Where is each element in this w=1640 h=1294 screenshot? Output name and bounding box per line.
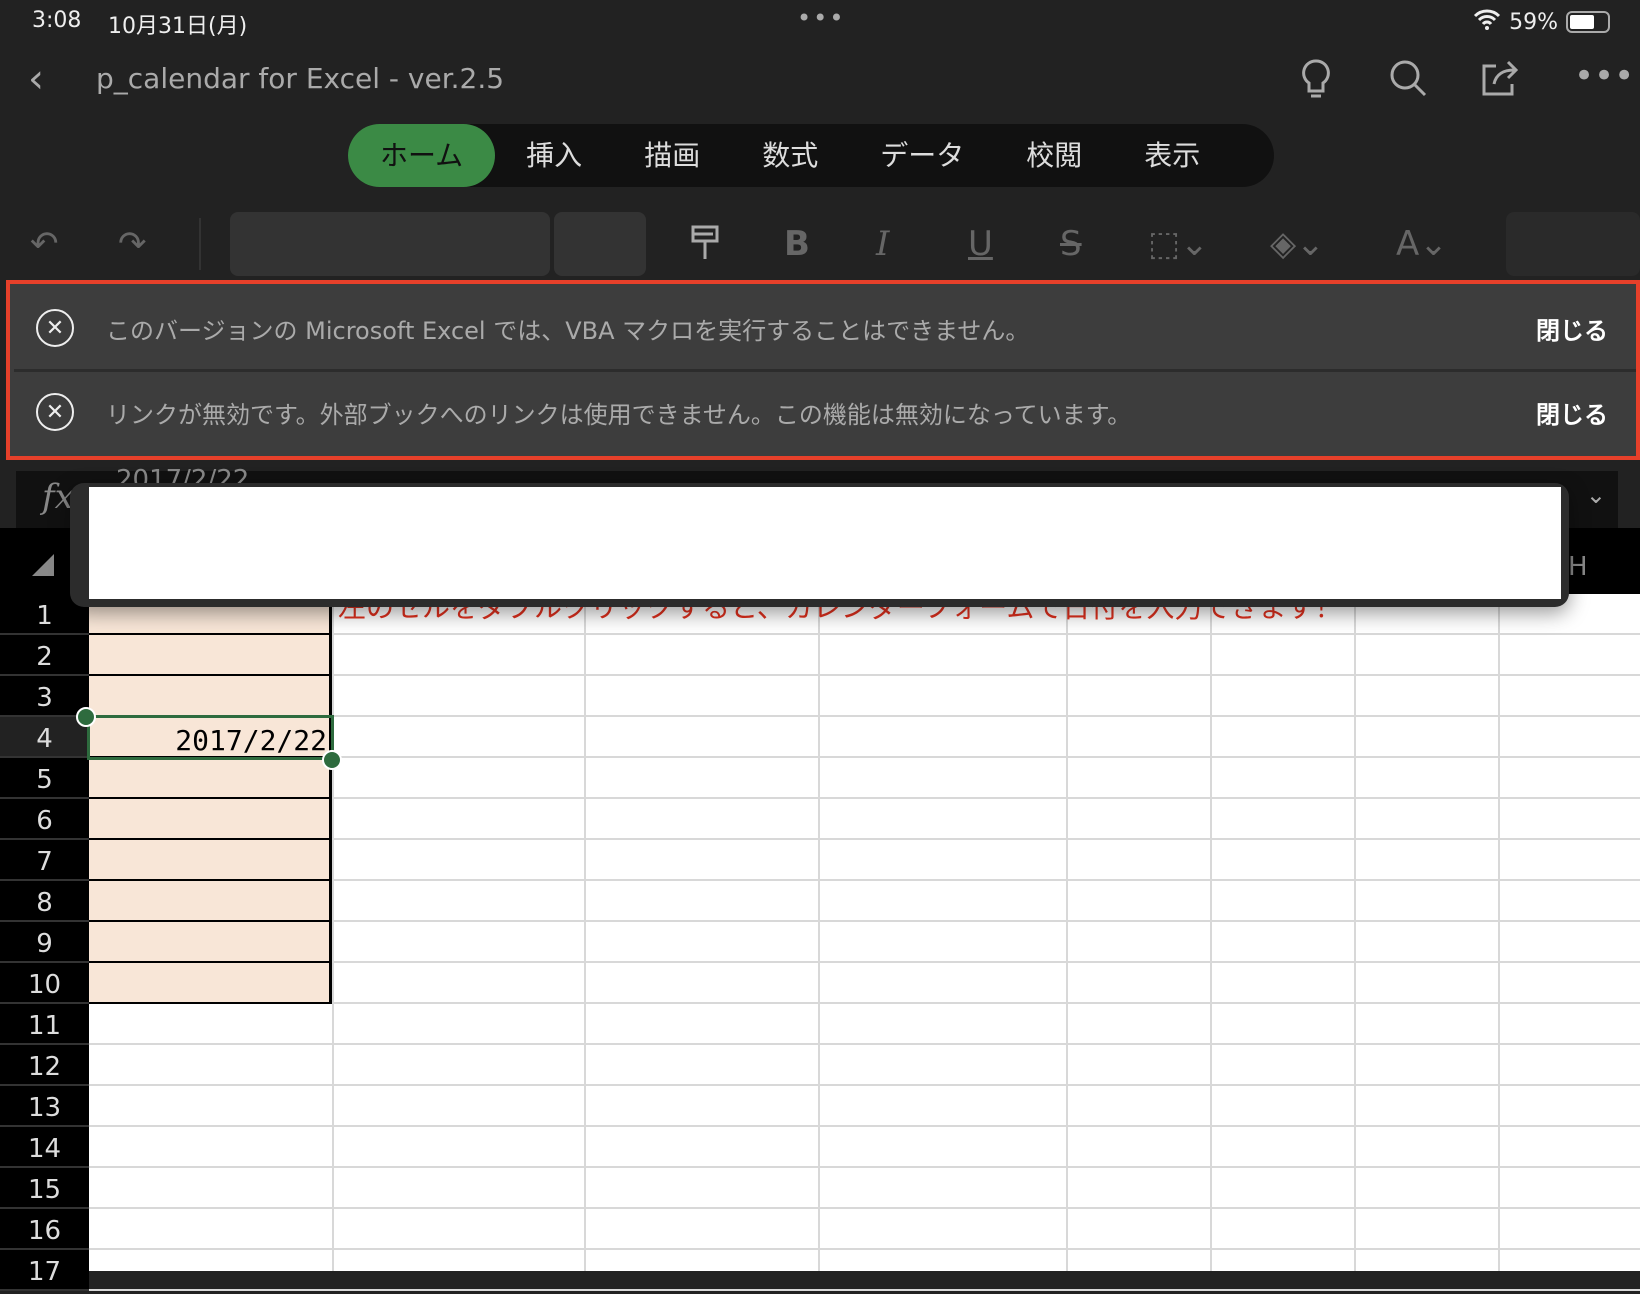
strikethrough-button[interactable]: S (1060, 224, 1082, 264)
redo-icon[interactable]: ↷ (118, 224, 147, 264)
row-gridline (89, 1043, 1640, 1045)
tab-formulas[interactable]: 数式 (731, 124, 849, 187)
font-color-button[interactable]: A⌄ (1396, 224, 1448, 264)
column-gridline (1354, 594, 1356, 1271)
column-gridline (332, 594, 334, 1271)
more-icon[interactable]: ••• (1574, 56, 1634, 96)
tab-review[interactable]: 校閲 (995, 124, 1113, 187)
date-input-cell[interactable] (89, 799, 332, 840)
row-gridline (89, 1207, 1640, 1209)
status-time: 3:08 (32, 8, 82, 33)
row-header[interactable]: 5 (0, 758, 89, 799)
row-header[interactable]: 7 (0, 840, 89, 881)
row-header[interactable]: 6 (0, 799, 89, 840)
popup-content (89, 487, 1561, 599)
alignment-button[interactable] (1506, 212, 1640, 276)
row-header[interactable]: 8 (0, 881, 89, 922)
column-gridline (1498, 594, 1500, 1271)
status-bar: 3:08 10月31日(月) ••• 59% (32, 4, 1610, 40)
spreadsheet-grid[interactable]: 1 2 3 4 5 6 7 8 9 10 11 12 13 14 15 16 17 左のセルをダブルクリックすると… (0, 591, 1640, 1291)
row-header[interactable]: 3 (0, 676, 89, 717)
back-button[interactable]: ‹ (28, 56, 44, 102)
message-banners: ✕ このバージョンの Microsoft Excel では、VBA マクロを実行… (6, 280, 1640, 460)
format-painter-icon[interactable] (690, 224, 720, 273)
date-input-cell[interactable] (89, 922, 332, 963)
error-icon: ✕ (36, 393, 74, 431)
row-header[interactable]: 12 (0, 1045, 89, 1086)
row-header[interactable]: 16 (0, 1209, 89, 1250)
cell-value: 2017/2/22 (175, 724, 327, 757)
row-header[interactable]: 9 (0, 922, 89, 963)
font-color-label: A (1396, 224, 1420, 264)
date-input-cell[interactable] (89, 840, 332, 881)
battery-percent: 59% (1509, 9, 1558, 35)
divider (199, 218, 201, 270)
row-gridline (89, 1289, 1640, 1291)
date-input-cell[interactable] (89, 758, 332, 799)
battery-icon (1566, 11, 1610, 33)
column-gridline (1066, 594, 1068, 1271)
tab-data[interactable]: データ (849, 124, 995, 187)
banner-vba: ✕ このバージョンの Microsoft Excel では、VBA マクロを実行… (14, 288, 1636, 368)
column-gridline (584, 594, 586, 1271)
tab-insert[interactable]: 挿入 (495, 124, 613, 187)
date-input-cell[interactable] (89, 635, 332, 676)
bold-button[interactable]: B (784, 224, 810, 264)
banner-message: リンクが無効です。外部ブックへのリンクは使用できません。この機能は無効になってい… (106, 400, 1132, 429)
italic-button[interactable]: I (876, 224, 889, 264)
selection-handle[interactable] (322, 750, 342, 770)
wifi-icon (1473, 8, 1501, 36)
undo-icon[interactable]: ↶ (30, 224, 59, 264)
date-input-cell[interactable] (89, 881, 332, 922)
close-button[interactable]: 閉じる (1536, 311, 1608, 346)
select-all-button[interactable] (32, 554, 54, 576)
status-date: 10月31日(月) (108, 14, 248, 39)
row-gridline (89, 1125, 1640, 1127)
fx-icon: fx (42, 477, 74, 517)
row-header[interactable]: 13 (0, 1086, 89, 1127)
selection-handle[interactable] (76, 707, 96, 727)
close-button[interactable]: 閉じる (1536, 395, 1608, 430)
row-gridline (89, 1084, 1640, 1086)
ribbon-tabs: ホーム 挿入 描画 数式 データ 校閲 表示 (348, 124, 1274, 187)
fill-color-icon[interactable]: ◈⌄ (1270, 224, 1325, 264)
blank-popup (70, 483, 1569, 607)
tab-draw[interactable]: 描画 (613, 124, 731, 187)
row-header[interactable]: 15 (0, 1168, 89, 1209)
document-title: p_calendar for Excel - ver.2.5 (96, 62, 505, 95)
date-input-cell[interactable] (89, 676, 332, 717)
banner-links: ✕ リンクが無効です。外部ブックへのリンクは使用できません。この機能は無効になっ… (14, 372, 1636, 452)
date-input-cell[interactable] (89, 963, 332, 1004)
column-gridline (1210, 594, 1212, 1271)
column-gridline (818, 594, 820, 1271)
font-name-field[interactable] (230, 212, 550, 276)
borders-icon[interactable]: ⬚⌄ (1148, 224, 1209, 264)
tab-home[interactable]: ホーム (348, 124, 496, 187)
search-icon[interactable] (1388, 58, 1428, 107)
chevron-down-icon[interactable]: ⌄ (1586, 481, 1606, 509)
row-header[interactable]: 2 (0, 635, 89, 676)
column-header-h[interactable]: H (1568, 552, 1588, 582)
share-icon[interactable] (1480, 58, 1520, 107)
row-header[interactable]: 11 (0, 1004, 89, 1045)
tab-view[interactable]: 表示 (1113, 124, 1231, 187)
toolbar: ↶ ↷ B I U S ⬚⌄ ◈⌄ A⌄ (0, 212, 1640, 276)
row-gridline (89, 1248, 1640, 1250)
banner-message: このバージョンの Microsoft Excel では、VBA マクロを実行する… (106, 316, 1030, 345)
font-size-field[interactable] (554, 212, 646, 276)
underline-button[interactable]: U (968, 224, 993, 264)
selected-cell[interactable]: 2017/2/22 (87, 715, 334, 760)
error-icon: ✕ (36, 309, 74, 347)
row-header[interactable]: 10 (0, 963, 89, 1004)
row-gridline (89, 1166, 1640, 1168)
lightbulb-icon[interactable] (1300, 58, 1332, 111)
row-header[interactable]: 14 (0, 1127, 89, 1168)
multitask-icon[interactable]: ••• (797, 4, 845, 32)
row-header[interactable]: 4 (0, 717, 89, 758)
